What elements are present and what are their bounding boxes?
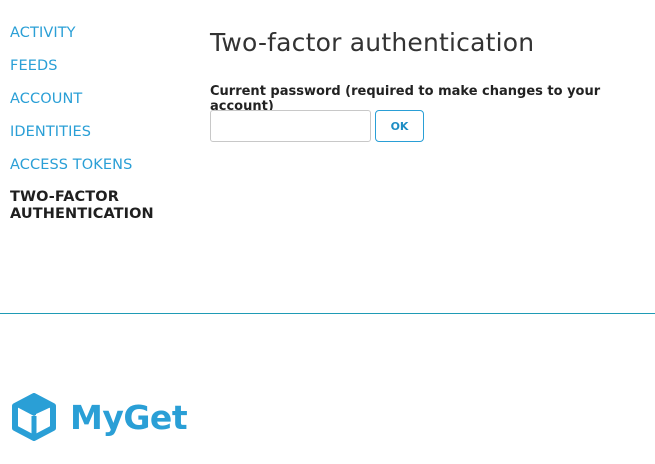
account-settings-page: ACTIVITY FEEDS ACCOUNT IDENTITIES ACCESS… bbox=[0, 0, 655, 464]
ok-button[interactable]: OK bbox=[375, 110, 424, 142]
myget-logo-text: MyGet bbox=[70, 397, 188, 437]
sidebar-item-account[interactable]: ACCOUNT bbox=[10, 90, 82, 108]
sidebar-item-access-tokens[interactable]: ACCESS TOKENS bbox=[10, 156, 132, 174]
myget-logo[interactable]: MyGet bbox=[10, 393, 188, 441]
sidebar-item-activity[interactable]: ACTIVITY bbox=[10, 24, 76, 42]
footer-divider bbox=[0, 313, 655, 314]
page-title: Two-factor authentication bbox=[210, 28, 535, 57]
sidebar-item-feeds[interactable]: FEEDS bbox=[10, 57, 58, 75]
myget-logo-icon bbox=[10, 393, 58, 441]
sidebar-item-identities[interactable]: IDENTITIES bbox=[10, 123, 91, 141]
sidebar-item-two-factor-authentication[interactable]: TWO-FACTOR AUTHENTICATION bbox=[10, 189, 180, 223]
current-password-input[interactable] bbox=[210, 110, 371, 142]
